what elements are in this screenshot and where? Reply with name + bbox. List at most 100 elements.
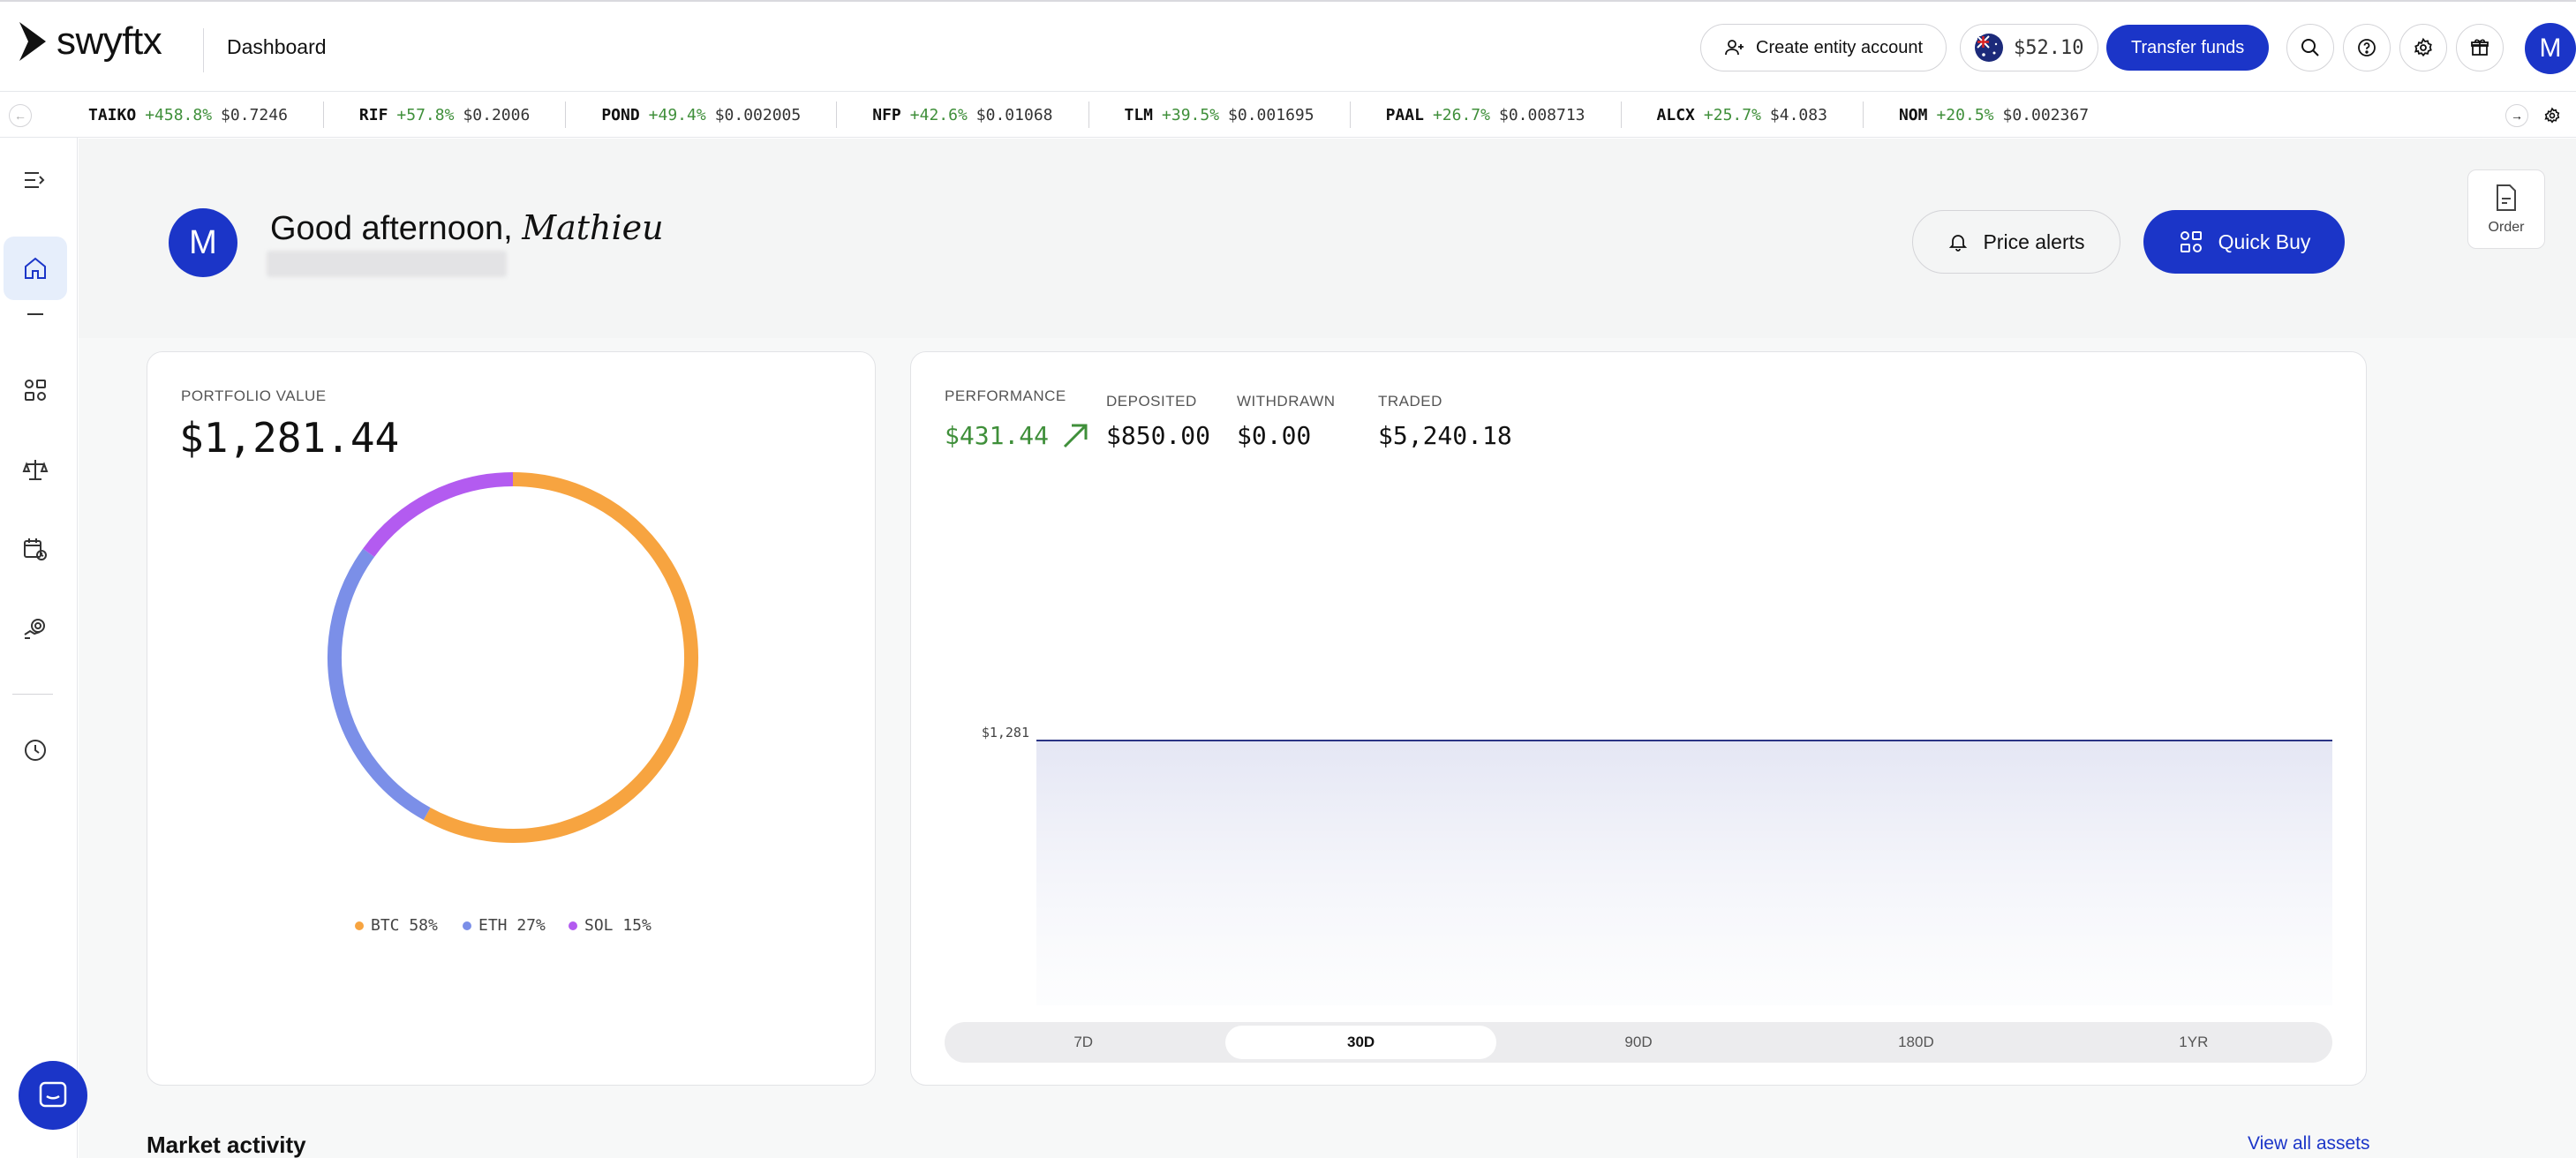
ticker-symbol: NOM [1898,105,1928,124]
home-icon [25,257,46,279]
balance-scale-icon [22,460,49,480]
header-divider [203,28,204,72]
balance-value: $52.10 [2014,36,2084,59]
arrow-right-icon: → [2511,109,2523,123]
rewards-button[interactable] [2456,24,2504,71]
sidebar-item-home[interactable] [4,237,67,300]
sidebar-item-trade[interactable] [4,358,67,422]
ticker-item[interactable]: RIF +57.8% $0.2006 [324,102,567,128]
ticker-change: +26.7% [1432,105,1490,124]
create-entity-account-label: Create entity account [1756,37,1923,57]
swyftx-logo-icon [19,22,46,61]
brand-name: swyftx [56,19,162,63]
sidebar-item-history[interactable] [4,718,67,782]
help-button[interactable] [2343,24,2391,71]
ticker-change: +39.5% [1162,105,1220,124]
ticker-item[interactable]: NOM +20.5% $0.002367 [1864,102,2124,128]
legend-dot [355,921,364,930]
price-ticker: ← TAIKO +458.8% $0.7246 RIF +57.8% $0.2006 PON… [0,92,2576,138]
ticker-price: $4.083 [1769,105,1827,124]
balance-button[interactable]: $52.10 [1960,24,2099,71]
create-entity-account-button[interactable]: Create entity account [1700,24,1947,71]
greeting: Good afternoon, Mathieu [270,208,664,248]
time-range-selector: 7D 30D 90D 180D 1YR [945,1022,2332,1063]
sidebar-item-earn[interactable] [4,597,67,660]
withdrawn-label: WITHDRAWN [1237,393,1336,410]
gift-icon [2471,39,2489,56]
search-button[interactable] [2286,24,2334,71]
range-option-180d[interactable]: 180D [1781,1026,2051,1059]
range-option-1yr[interactable]: 1YR [2059,1026,2329,1059]
support-chat-button[interactable] [19,1061,87,1130]
sidebar-item-recurring-orders[interactable] [4,517,67,581]
calendar-clock-icon [24,538,47,560]
performance-value: $431.44 [945,421,1050,450]
quick-buy-label: Quick Buy [2218,229,2311,253]
profile-avatar[interactable]: M [169,208,237,277]
ticker-next-button[interactable]: → [2505,104,2528,127]
ticker-item[interactable]: PAAL +26.7% $0.008713 [1351,102,1622,128]
ticker-settings-button[interactable] [2541,104,2564,127]
user-name: Mathieu [522,208,664,247]
top-bar: swyftx Dashboard Create entity account $… [0,0,2576,92]
ticker-price: $0.001695 [1228,105,1314,124]
performance-card: PERFORMANCE $431.44 DEPOSITED $850.00 WI… [910,351,2367,1086]
ticker-symbol: TAIKO [88,105,137,124]
document-icon [2497,184,2516,211]
view-all-assets-link[interactable]: View all assets [2248,1133,2370,1154]
ticker-change: +42.6% [909,105,968,124]
user-avatar[interactable]: M [2525,23,2576,74]
ticker-item[interactable]: TLM +39.5% $0.001695 [1089,102,1351,128]
search-icon [2301,39,2319,56]
ticker-item[interactable]: POND +49.4% $0.002005 [566,102,838,128]
performance-value-group: $431.44 [945,421,1089,450]
legend-dot [463,921,471,930]
price-alerts-label: Price alerts [1983,229,2085,253]
ticker-change: +20.5% [1936,105,1994,124]
portfolio-value-label: PORTFOLIO VALUE [181,387,327,404]
ticker-symbol: PAAL [1385,105,1424,124]
range-option-30d[interactable]: 30D [1225,1026,1496,1059]
traded-value: $5,240.18 [1378,421,1512,450]
legend-label: BTC 58% [371,916,438,935]
add-user-icon [1725,40,1744,56]
transfer-funds-button[interactable]: Transfer funds [2106,25,2270,71]
quick-buy-button[interactable]: Quick Buy [2143,210,2345,274]
ticker-item[interactable]: NFP +42.6% $0.01068 [837,102,1089,128]
legend-item-eth: ETH 27% [463,916,546,935]
donut-slice-btc [423,472,698,843]
sidebar-divider [12,694,53,695]
ticker-price: $0.002367 [2002,105,2090,124]
ticker-items: TAIKO +458.8% $0.7246 RIF +57.8% $0.2006 POND +… [53,92,2124,138]
legend-label: SOL 15% [584,916,652,935]
legend-dot [569,921,577,930]
traded-label: TRADED [1378,393,1442,410]
deposited-label: DEPOSITED [1106,393,1197,410]
gear-icon [2544,107,2560,124]
legend-item-sol: SOL 15% [569,916,652,935]
sidebar-collapse-button[interactable] [4,148,67,212]
ticker-change: +458.8% [145,105,213,124]
settings-button[interactable] [2399,24,2447,71]
performance-area-chart: $1,28116:03 [982,725,2332,1005]
price-alerts-button[interactable]: Price alerts [1912,210,2120,274]
order-label: Order [2488,220,2525,235]
trend-up-icon [1063,424,1088,447]
logo[interactable]: swyftx [18,19,162,64]
range-option-7d[interactable]: 7D [948,1026,1218,1059]
donut-slice-sol [363,472,514,557]
ticker-change: +49.4% [648,105,706,124]
redacted-account-info [267,251,507,277]
market-activity-title: Market activity [147,1132,306,1158]
sidebar-item-compare[interactable] [4,438,67,501]
ticker-item[interactable]: TAIKO +458.8% $0.7246 [53,102,324,128]
ticker-prev-button[interactable]: ← [9,104,32,127]
ticker-item[interactable]: ALCX +25.7% $4.083 [1622,102,1864,128]
chat-icon [39,1081,67,1108]
performance-label: PERFORMANCE [945,387,1066,404]
sidebar-item-partial[interactable] [4,305,67,323]
order-button[interactable]: Order [2467,169,2545,249]
range-option-90d[interactable]: 90D [1503,1026,1774,1059]
australia-flag-icon [1975,34,2003,62]
ticker-price: $0.01068 [975,105,1053,124]
